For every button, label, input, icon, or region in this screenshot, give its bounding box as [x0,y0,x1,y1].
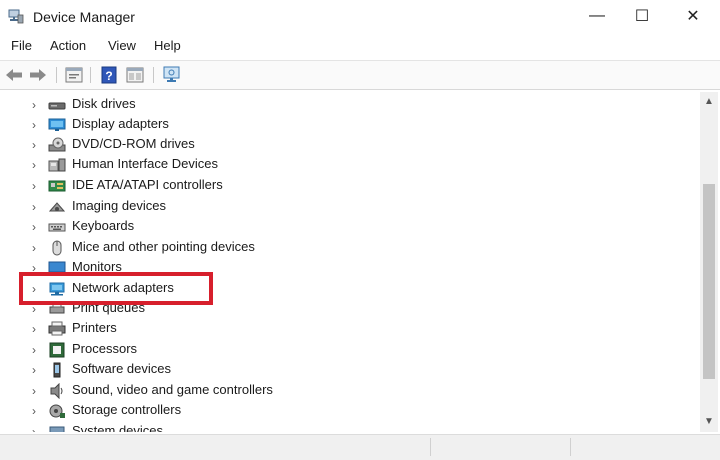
menu-view[interactable]: View [108,38,136,53]
ide-controller-icon [48,180,66,192]
tree-item-ide-ata-atapi-controllers[interactable]: › IDE ATA/ATAPI controllers [0,176,700,196]
scrollbar-thumb[interactable] [703,184,715,379]
expand-chevron-icon[interactable]: › [32,200,42,214]
help-button[interactable]: ? [99,65,119,85]
keyboard-icon [48,223,66,232]
expand-chevron-icon[interactable]: › [32,220,42,234]
expand-chevron-icon[interactable]: › [32,98,42,112]
tree-item-printers[interactable]: › Printers [0,319,700,339]
expand-chevron-icon[interactable]: › [32,404,42,418]
status-divider [570,438,571,456]
red-highlight-box [19,272,213,305]
expand-chevron-icon[interactable]: › [32,158,42,172]
close-button[interactable]: ✕ [670,0,716,32]
vertical-scrollbar[interactable]: ▲ ▼ [700,92,718,432]
toolbar-separator [90,67,91,83]
maximize-icon: ☐ [634,8,650,25]
tree-item-system-devices[interactable]: › System devices [0,422,700,432]
tree-item-dvd-cd-rom-drives[interactable]: › DVD/CD-ROM drives [0,135,700,155]
status-divider [430,438,431,456]
tree-item-sound-video-and-game-controllers[interactable]: › Sound, video and game controllers [0,381,700,401]
menu-help[interactable]: Help [154,38,181,53]
show-hidden-icon [126,67,144,83]
tree-item-processors[interactable]: › Processors [0,340,700,360]
expand-chevron-icon[interactable]: › [32,179,42,193]
scan-hardware-button[interactable] [162,65,182,85]
menu-file[interactable]: File [11,38,32,53]
dvd-drive-icon [48,137,66,152]
tree-item-mice-and-other-pointing-devices[interactable]: › Mice and other pointing devices [0,238,700,258]
tree-item-imaging-devices[interactable]: › Imaging devices [0,197,700,217]
tree-item-software-devices[interactable]: › Software devices [0,360,700,380]
expand-chevron-icon[interactable]: › [32,118,42,132]
device-manager-icon [8,9,24,24]
svg-text:?: ? [105,69,112,83]
properties-icon [65,67,83,83]
printer-icon [48,321,66,336]
storage-controller-icon [49,404,65,418]
camera-icon [48,202,66,212]
forward-button[interactable] [28,65,48,85]
back-arrow-icon [6,69,22,81]
scroll-down-arrow-icon[interactable]: ▼ [700,414,718,430]
minimize-button[interactable]: — [574,0,620,32]
menu-bar: File Action View Help [0,35,720,57]
close-icon: ✕ [686,8,700,25]
status-bar [0,434,720,460]
forward-arrow-icon [30,69,46,81]
display-adapter-icon [48,118,66,131]
software-device-icon [53,362,61,378]
back-button[interactable] [4,65,24,85]
toolbar-separator [56,67,57,83]
title-bar: Device Manager — ☐ ✕ [0,0,720,34]
help-icon: ? [101,66,117,84]
toolbar: ? [0,60,720,90]
minimize-icon: — [589,7,605,24]
tree-item-keyboards[interactable]: › Keyboards [0,217,700,237]
show-hidden-button[interactable] [125,65,145,85]
expand-chevron-icon[interactable]: › [32,384,42,398]
device-tree: › Disk drives › Display adapters › DVD/C… [0,92,700,432]
menu-action[interactable]: Action [50,38,86,53]
expand-chevron-icon[interactable]: › [32,425,42,432]
tree-item-display-adapters[interactable]: › Display adapters [0,115,700,135]
expand-chevron-icon[interactable]: › [32,363,42,377]
expand-chevron-icon[interactable]: › [32,241,42,255]
expand-chevron-icon[interactable]: › [32,138,42,152]
tree-item-human-interface-devices[interactable]: › Human Interface Devices [0,155,700,175]
processor-icon [49,342,65,358]
toolbar-separator [153,67,154,83]
window-title: Device Manager [33,9,135,25]
mouse-icon [52,240,62,256]
maximize-button[interactable]: ☐ [619,0,665,32]
scroll-up-arrow-icon[interactable]: ▲ [700,94,718,110]
scan-hardware-icon [163,66,180,82]
disk-drive-icon [48,102,66,110]
system-device-icon [49,426,65,432]
expand-chevron-icon[interactable]: › [32,322,42,336]
tree-item-disk-drives[interactable]: › Disk drives [0,95,700,115]
properties-button[interactable] [64,65,84,85]
expand-chevron-icon[interactable]: › [32,343,42,357]
tree-item-storage-controllers[interactable]: › Storage controllers [0,401,700,421]
speaker-icon [50,383,63,399]
hid-icon [48,158,66,172]
